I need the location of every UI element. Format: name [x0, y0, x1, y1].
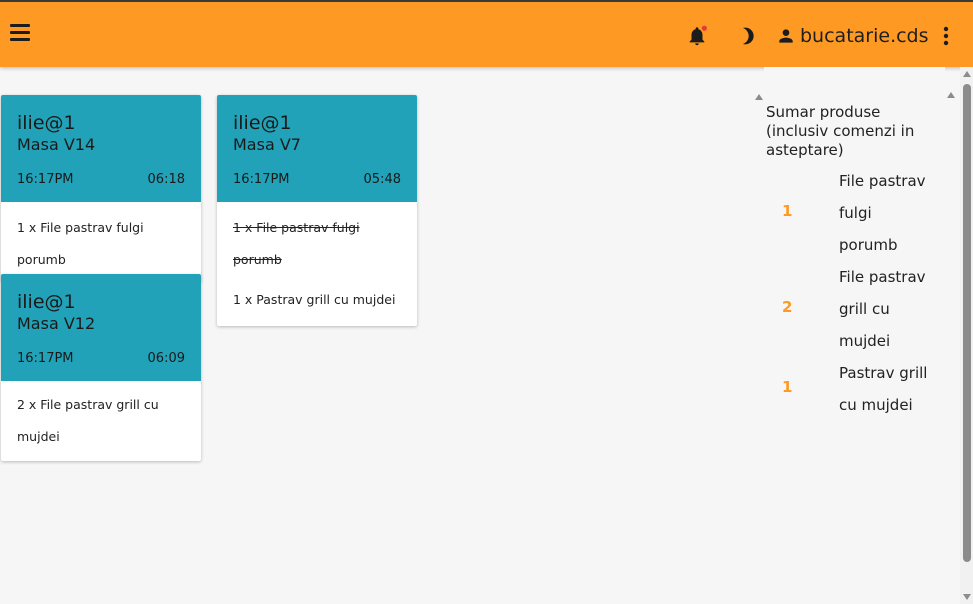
order-time: 16:17PM: [233, 172, 290, 187]
summary-name-line: porumb: [839, 236, 898, 254]
bell-icon[interactable]: [686, 24, 708, 48]
menu-icon[interactable]: [10, 24, 32, 44]
order-items: 2 x File pastrav grill cu mujdei: [1, 381, 201, 461]
order-user: ilie@1: [17, 112, 76, 134]
scroll-up-arrow[interactable]: [754, 91, 764, 103]
order-items: 1 x File pastrav fulgi porumb 1 x Pastra…: [217, 202, 417, 326]
summary-name: File pastrav fulgi porumb: [839, 165, 939, 261]
order-item[interactable]: 1 x Pastrav grill cu mujdei: [233, 284, 401, 316]
summary-name: File pastrav grill cu mujdei: [839, 261, 939, 357]
order-card[interactable]: ilie@1 Masa V14 16:17PM 06:18 1 x File p…: [1, 95, 201, 282]
summary-name-line: File pastrav: [839, 268, 926, 286]
order-table: Masa V12: [17, 314, 96, 333]
scrollbar-down-arrow[interactable]: [962, 593, 972, 601]
order-items: 1 x File pastrav fulgi porumb: [1, 202, 201, 282]
order-time: 16:17PM: [17, 172, 74, 187]
order-card[interactable]: ilie@1 Masa V7 16:17PM 05:48 1 x File pa…: [217, 95, 417, 326]
order-card[interactable]: ilie@1 Masa V12 16:17PM 06:09 2 x File p…: [1, 274, 201, 461]
order-item-completed[interactable]: 1 x File pastrav fulgi porumb: [233, 212, 401, 276]
summary-name-line: File pastrav: [839, 172, 926, 190]
summary-title: Sumar produse (inclusiv comenzi in astep…: [766, 103, 915, 159]
summary-name-line: grill cu: [839, 300, 890, 318]
app-header: bucatarie.cds: [0, 0, 973, 67]
order-timer: 06:18: [147, 172, 185, 187]
orders-area: ilie@1 Masa V14 16:17PM 06:18 1 x File p…: [0, 67, 764, 604]
summary-name-line: mujdei: [839, 332, 891, 350]
summary-name-line: Pastrav grill: [839, 364, 928, 382]
order-header: ilie@1 Masa V7 16:17PM 05:48: [217, 95, 417, 202]
scrollbar-thumb[interactable]: [963, 84, 971, 562]
order-header: ilie@1 Masa V14 16:17PM 06:18: [1, 95, 201, 202]
summary-name-line: fulgi: [839, 204, 872, 222]
order-table: Masa V14: [17, 135, 96, 154]
order-header: ilie@1 Masa V12 16:17PM 06:09: [1, 274, 201, 381]
order-item[interactable]: 2 x File pastrav grill cu: [17, 389, 185, 421]
order-user: ilie@1: [17, 291, 76, 313]
summary-name: Pastrav grill cu mujdei: [839, 357, 939, 421]
user-menu[interactable]: bucatarie.cds: [776, 22, 929, 50]
user-name: bucatarie.cds: [800, 25, 929, 47]
page-scrollbar[interactable]: [960, 67, 973, 604]
more-vert-icon[interactable]: [940, 24, 952, 48]
order-timer: 05:48: [363, 172, 401, 187]
summary-panel: Sumar produse (inclusiv comenzi in astep…: [764, 67, 945, 604]
summary-qty: 1: [782, 202, 793, 220]
notification-dot: [701, 25, 707, 31]
order-table: Masa V7: [233, 135, 301, 154]
summary-scroll-up-arrow[interactable]: [946, 90, 956, 100]
order-user: ilie@1: [233, 112, 292, 134]
summary-qty: 1: [782, 378, 793, 396]
order-item-continued: mujdei: [17, 429, 60, 444]
person-icon: [779, 29, 793, 43]
summary-name-line: cu mujdei: [839, 396, 913, 414]
scrollbar-up-arrow[interactable]: [962, 70, 972, 78]
order-timer: 06:09: [147, 351, 185, 366]
summary-qty: 2: [782, 298, 793, 316]
order-time: 16:17PM: [17, 351, 74, 366]
dark-mode-icon[interactable]: [737, 25, 757, 47]
order-item[interactable]: 1 x File pastrav fulgi porumb: [17, 212, 185, 276]
